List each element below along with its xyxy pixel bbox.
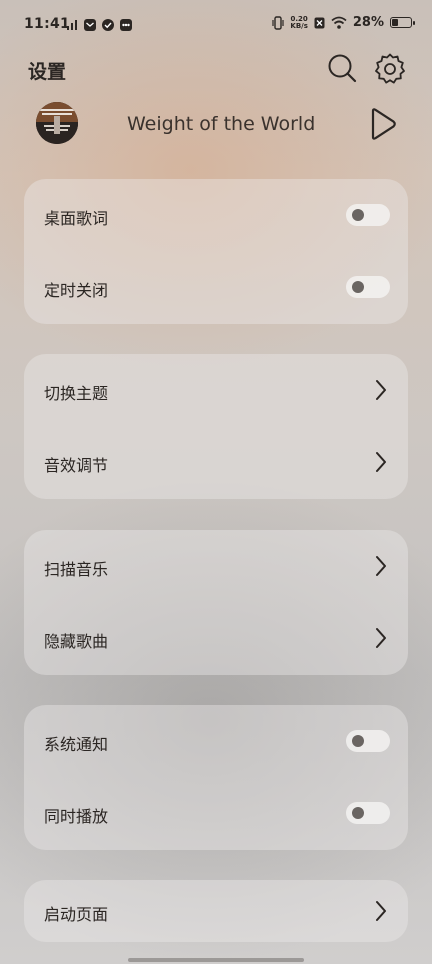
battery-percent: 28%	[352, 15, 384, 30]
setting-row-system-notification[interactable]: 系统通知	[24, 705, 408, 777]
wifi-icon	[331, 16, 347, 29]
chevron-right-icon	[376, 628, 386, 648]
setting-row-sound-effects[interactable]: 音效调节	[24, 426, 408, 498]
setting-row-simultaneous-playback[interactable]: 同时播放	[24, 777, 408, 849]
setting-label: 同时播放	[44, 807, 109, 826]
setting-label: 定时关闭	[44, 281, 109, 300]
setting-row-desktop-lyrics[interactable]: 桌面歌词	[24, 179, 408, 251]
setting-label: 扫描音乐	[44, 560, 109, 579]
toggle-knob	[352, 281, 364, 293]
toggle-knob	[352, 807, 364, 819]
settings-group-2: 切换主题 音效调节	[24, 354, 408, 499]
song-title[interactable]: Weight of the World	[127, 113, 315, 135]
vibrate-icon	[272, 15, 284, 30]
battery-icon	[390, 17, 415, 28]
setting-row-scan-music[interactable]: 扫描音乐	[24, 530, 408, 602]
mail-icon	[84, 19, 96, 31]
settings-group-1: 桌面歌词 定时关闭	[24, 179, 408, 324]
setting-label: 启动页面	[44, 905, 109, 924]
check-icon	[102, 19, 114, 31]
status-bar: 11:41 0.20 KB/s 28%	[0, 0, 432, 52]
settings-group-5: 启动页面	[24, 880, 408, 942]
app-badge-icon	[120, 19, 132, 31]
album-cover-image	[36, 102, 78, 144]
sleep-timer-toggle[interactable]	[346, 276, 390, 298]
system-notification-toggle[interactable]	[346, 730, 390, 752]
toggle-knob	[352, 209, 364, 221]
net-speed-unit: KB/s	[290, 21, 308, 30]
signal-icon	[67, 20, 77, 30]
home-indicator[interactable]	[128, 958, 304, 962]
chevron-right-icon	[376, 901, 386, 921]
play-icon[interactable]	[369, 107, 397, 141]
album-art[interactable]	[36, 102, 78, 144]
setting-label: 桌面歌词	[44, 209, 109, 228]
setting-label: 切换主题	[44, 384, 109, 403]
net-speed: 0.20 KB/s	[290, 15, 308, 30]
setting-label: 音效调节	[44, 456, 109, 475]
search-icon[interactable]	[326, 52, 358, 84]
status-time: 11:41	[24, 16, 71, 32]
gear-icon[interactable]	[374, 52, 406, 84]
toggle-knob	[352, 735, 364, 747]
no-sim-icon	[314, 17, 325, 28]
status-right: 0.20 KB/s 28%	[272, 15, 415, 30]
chevron-right-icon	[376, 380, 386, 400]
settings-group-4: 系统通知 同时播放	[24, 705, 408, 850]
desktop-lyrics-toggle[interactable]	[346, 204, 390, 226]
chevron-right-icon	[376, 556, 386, 576]
now-playing-bar[interactable]: Weight of the World	[24, 100, 408, 152]
setting-row-startup-page[interactable]: 启动页面	[24, 875, 408, 947]
simultaneous-playback-toggle[interactable]	[346, 802, 390, 824]
setting-row-hidden-songs[interactable]: 隐藏歌曲	[24, 602, 408, 674]
setting-label: 隐藏歌曲	[44, 632, 109, 651]
setting-row-sleep-timer[interactable]: 定时关闭	[24, 251, 408, 323]
setting-row-switch-theme[interactable]: 切换主题	[24, 354, 408, 426]
chevron-right-icon	[376, 452, 386, 472]
page-title: 设置	[28, 61, 67, 83]
setting-label: 系统通知	[44, 735, 109, 754]
settings-group-3: 扫描音乐 隐藏歌曲	[24, 530, 408, 675]
